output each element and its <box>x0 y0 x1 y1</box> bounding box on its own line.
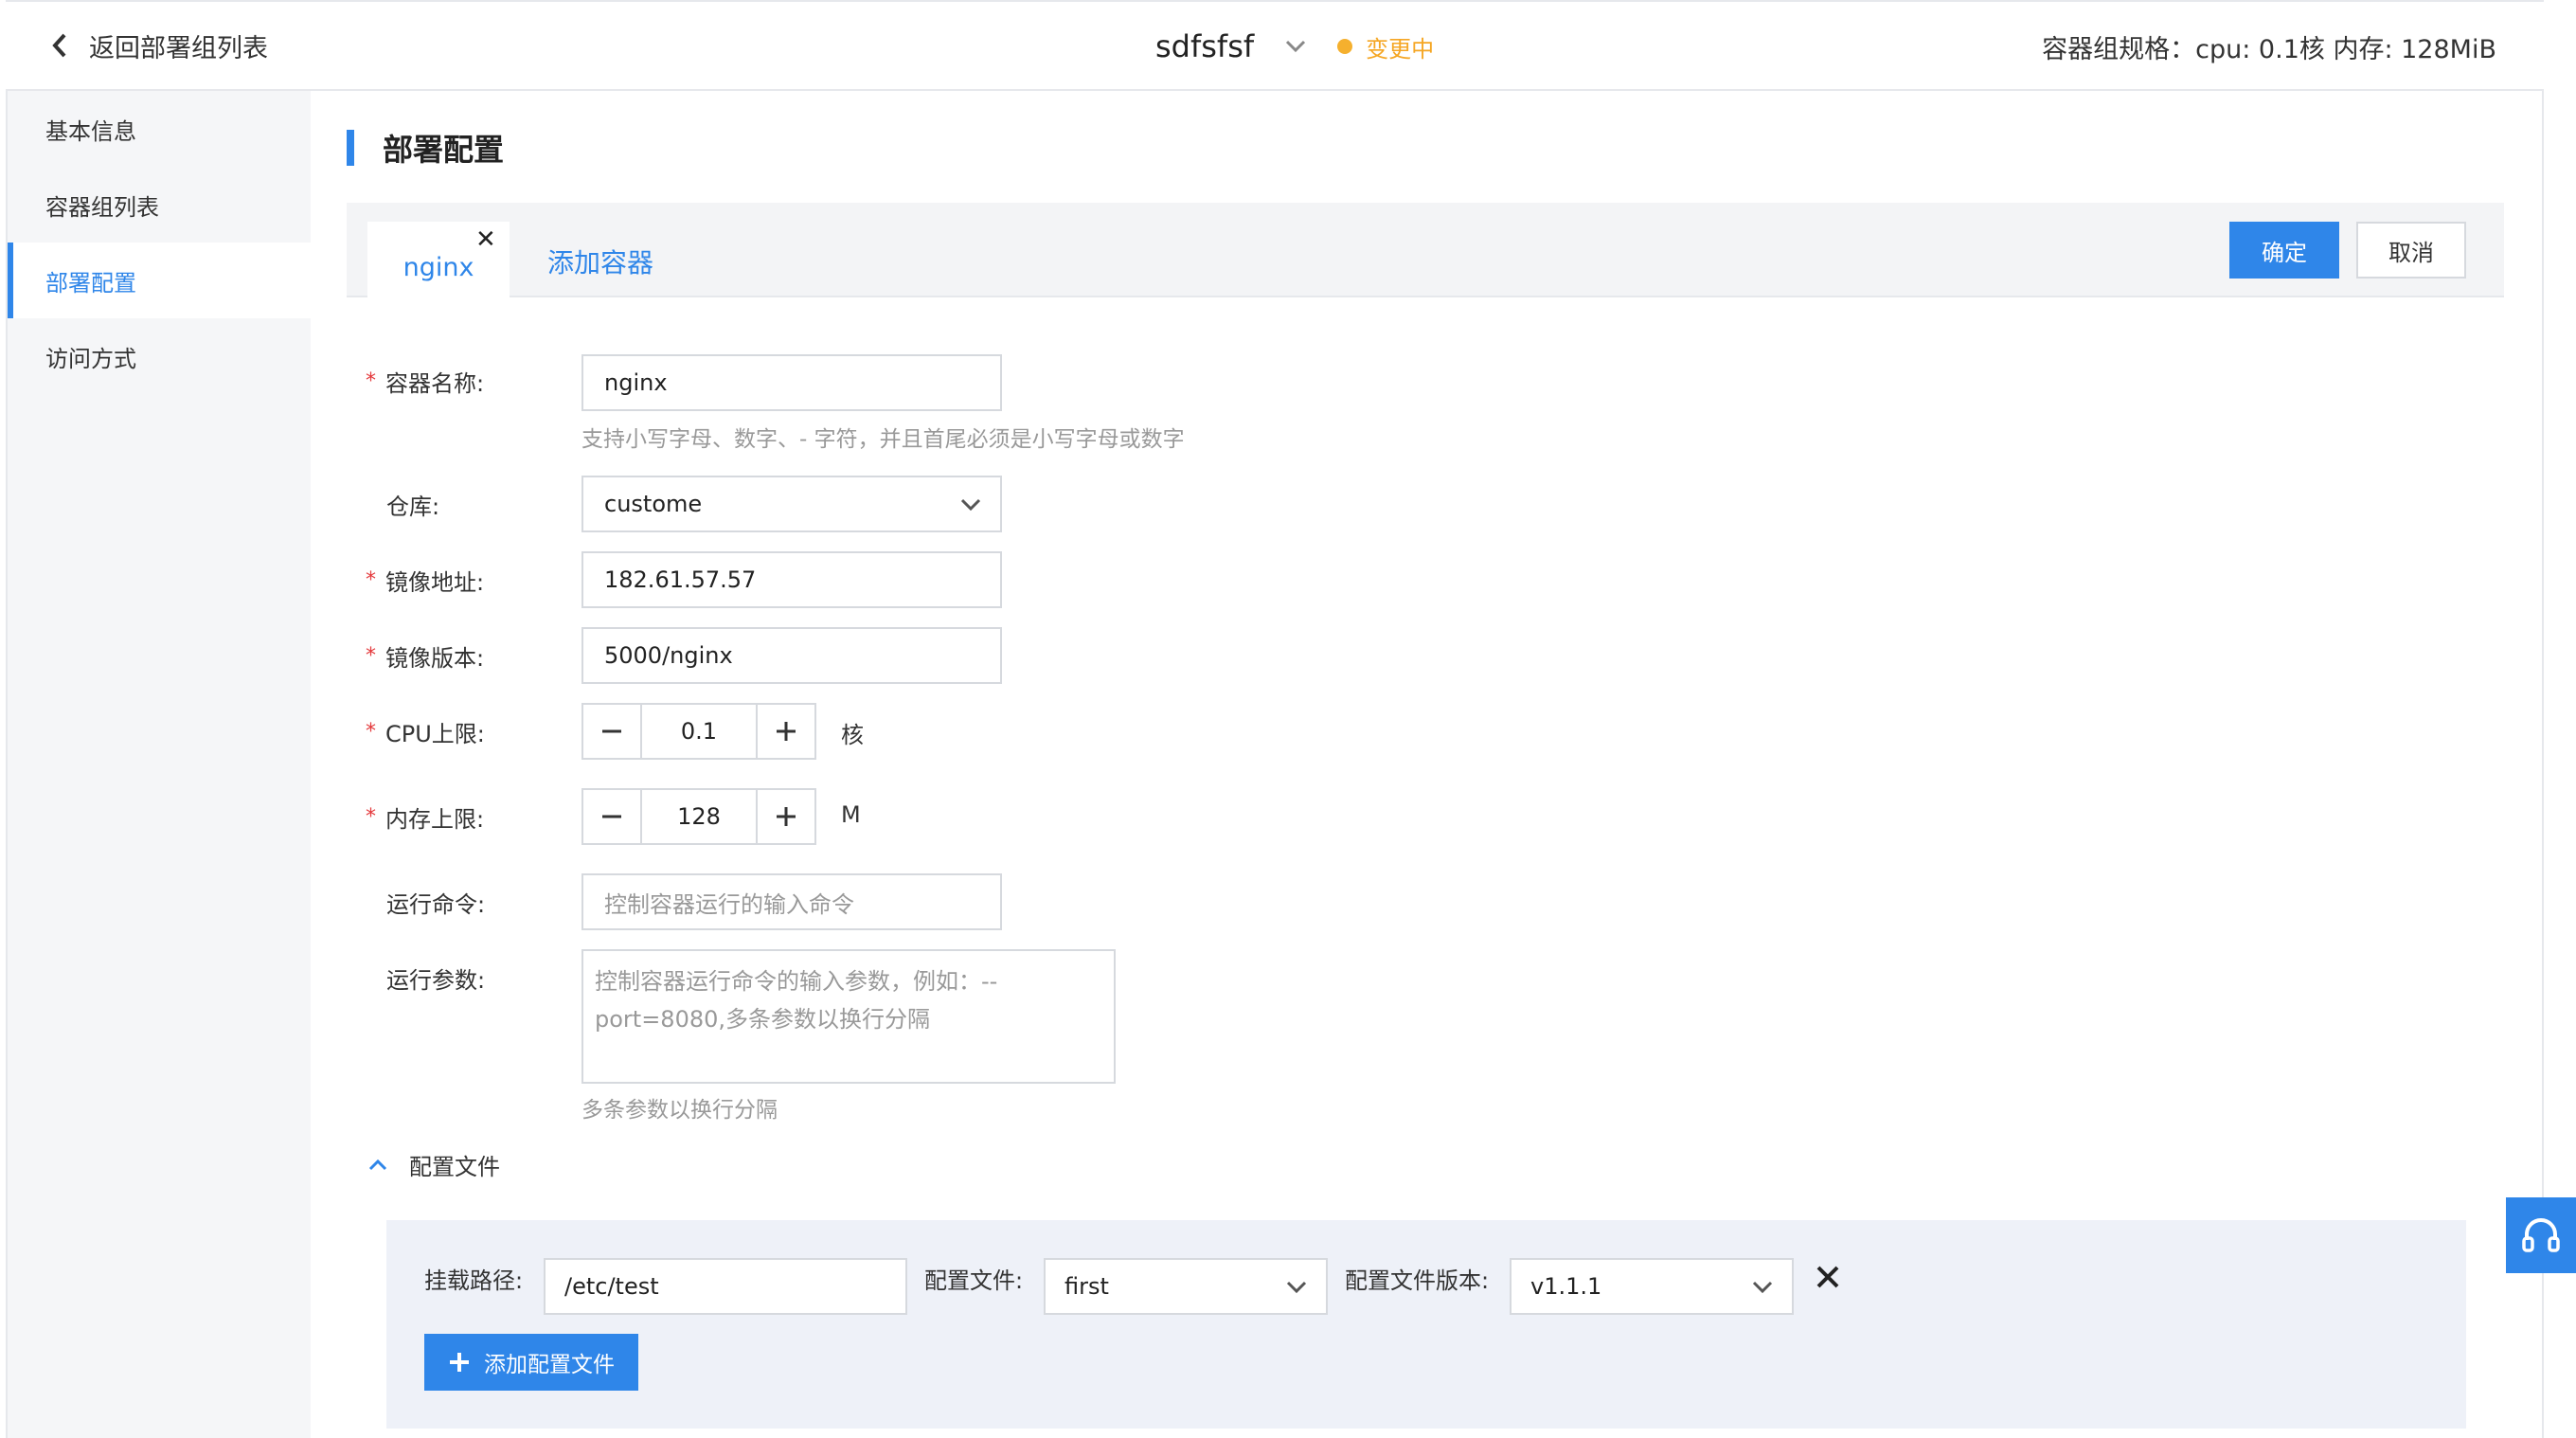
chevron-up-icon <box>368 1159 387 1170</box>
deployment-switcher[interactable]: sdfsfsf 变更中 <box>1155 25 1434 68</box>
container-name-input[interactable]: nginx <box>581 354 1002 411</box>
run-args-placeholder-line1: 控制容器运行命令的输入参数，例如：-- <box>595 968 998 995</box>
sidebar-item-deploy-config[interactable]: 部署配置 <box>8 243 311 318</box>
section-header: 部署配置 <box>347 129 505 168</box>
memory-limit-stepper: 128 <box>581 788 816 845</box>
cpu-unit: 核 <box>841 722 864 748</box>
back-label: 返回部署组列表 <box>89 33 268 63</box>
cpu-limit-stepper: 0.1 <box>581 703 816 760</box>
sidebar-item-basic-info[interactable]: 基本信息 <box>8 91 311 167</box>
status-badge: 变更中 <box>1337 30 1434 63</box>
container-name-label: * 容器名称: <box>366 368 485 397</box>
chevron-down-icon <box>1286 40 1306 53</box>
tab-label: nginx <box>402 252 474 282</box>
container-tabbar: nginx ✕ 添加容器 确定 取消 <box>347 203 2504 299</box>
chevron-down-icon <box>1286 1281 1307 1294</box>
add-config-file-button[interactable]: 添加配置文件 <box>424 1334 638 1391</box>
run-args-placeholder-line2: port=8080,多条参数以换行分隔 <box>595 1006 931 1033</box>
memory-limit-label: * 内存上限: <box>366 804 485 833</box>
config-files-label: 配置文件 <box>409 1154 500 1180</box>
config-version-select[interactable]: v1.1.1 <box>1510 1258 1794 1315</box>
mount-path-input[interactable]: /etc/test <box>544 1258 907 1315</box>
cpu-limit-label: * CPU上限: <box>366 719 485 747</box>
plus-icon <box>450 1353 469 1372</box>
required-mark: * <box>366 804 376 829</box>
required-mark: * <box>366 719 376 744</box>
run-args-label: 运行参数: <box>386 966 486 994</box>
repository-label: 仓库: <box>386 493 440 520</box>
section-title: 部署配置 <box>383 132 505 168</box>
image-address-label: * 镜像地址: <box>366 567 485 596</box>
remove-config-icon[interactable] <box>1811 1260 1845 1294</box>
plus-icon <box>777 722 796 741</box>
cpu-limit-value[interactable]: 0.1 <box>642 705 756 758</box>
cpu-increment-button[interactable] <box>756 705 814 758</box>
required-mark: * <box>366 567 376 592</box>
add-container-tab[interactable]: 添加容器 <box>547 243 653 280</box>
run-command-label: 运行命令: <box>386 890 486 918</box>
minus-icon <box>602 815 621 818</box>
repository-select[interactable]: custome <box>581 476 1002 532</box>
memory-limit-value[interactable]: 128 <box>642 790 756 843</box>
customer-support-button[interactable] <box>2506 1197 2576 1273</box>
plus-icon <box>777 807 796 826</box>
sidebar-item-access-method[interactable]: 访问方式 <box>8 318 311 394</box>
required-mark: * <box>366 643 376 668</box>
config-file-label: 配置文件: <box>924 1267 1024 1294</box>
pod-spec-summary: 容器组规格：cpu: 0.1核 内存: 128MiB <box>2042 35 2496 64</box>
memory-unit: M <box>841 801 861 828</box>
back-link[interactable]: 返回部署组列表 <box>49 27 268 64</box>
status-dot-icon <box>1337 39 1353 54</box>
image-version-label: * 镜像版本: <box>366 643 485 672</box>
sidebar: 基本信息 容器组列表 部署配置 访问方式 <box>8 91 311 1438</box>
sidebar-item-pod-list[interactable]: 容器组列表 <box>8 167 311 243</box>
section-accent-bar <box>347 130 354 166</box>
memory-decrement-button[interactable] <box>583 790 642 843</box>
run-command-input[interactable]: 控制容器运行的输入命令 <box>581 873 1002 930</box>
chevron-left-icon <box>52 33 66 58</box>
memory-increment-button[interactable] <box>756 790 814 843</box>
chevron-down-icon <box>960 498 981 512</box>
config-file-select[interactable]: first <box>1044 1258 1328 1315</box>
close-tab-icon[interactable]: ✕ <box>475 227 496 252</box>
top-header: 返回部署组列表 sdfsfsf 变更中 容器组规格：cpu: 0.1核 内存: … <box>6 0 2544 91</box>
mount-path-label: 挂载路径: <box>424 1267 524 1294</box>
config-files-toggle[interactable]: 配置文件 <box>367 1148 500 1181</box>
cpu-decrement-button[interactable] <box>583 705 642 758</box>
page-title: sdfsfsf <box>1155 28 1255 64</box>
run-args-hint: 多条参数以换行分隔 <box>581 1098 778 1123</box>
minus-icon <box>602 729 621 733</box>
confirm-button[interactable]: 确定 <box>2229 222 2339 279</box>
config-version-label: 配置文件版本: <box>1345 1267 1490 1294</box>
headset-icon <box>2522 1218 2560 1252</box>
cancel-button[interactable]: 取消 <box>2356 222 2466 279</box>
image-address-input[interactable]: 182.61.57.57 <box>581 551 1002 608</box>
config-files-panel: 挂载路径: /etc/test 配置文件: first 配置文件版本: v1.1… <box>386 1220 2466 1429</box>
run-args-textarea[interactable]: 控制容器运行命令的输入参数，例如：-- port=8080,多条参数以换行分隔 <box>581 949 1116 1084</box>
status-text: 变更中 <box>1366 35 1435 63</box>
image-version-input[interactable]: 5000/nginx <box>581 627 1002 684</box>
chevron-down-icon <box>1752 1281 1773 1294</box>
required-mark: * <box>366 368 376 393</box>
container-name-hint: 支持小写字母、数字、- 字符，并且首尾必须是小写字母或数字 <box>581 427 1185 452</box>
